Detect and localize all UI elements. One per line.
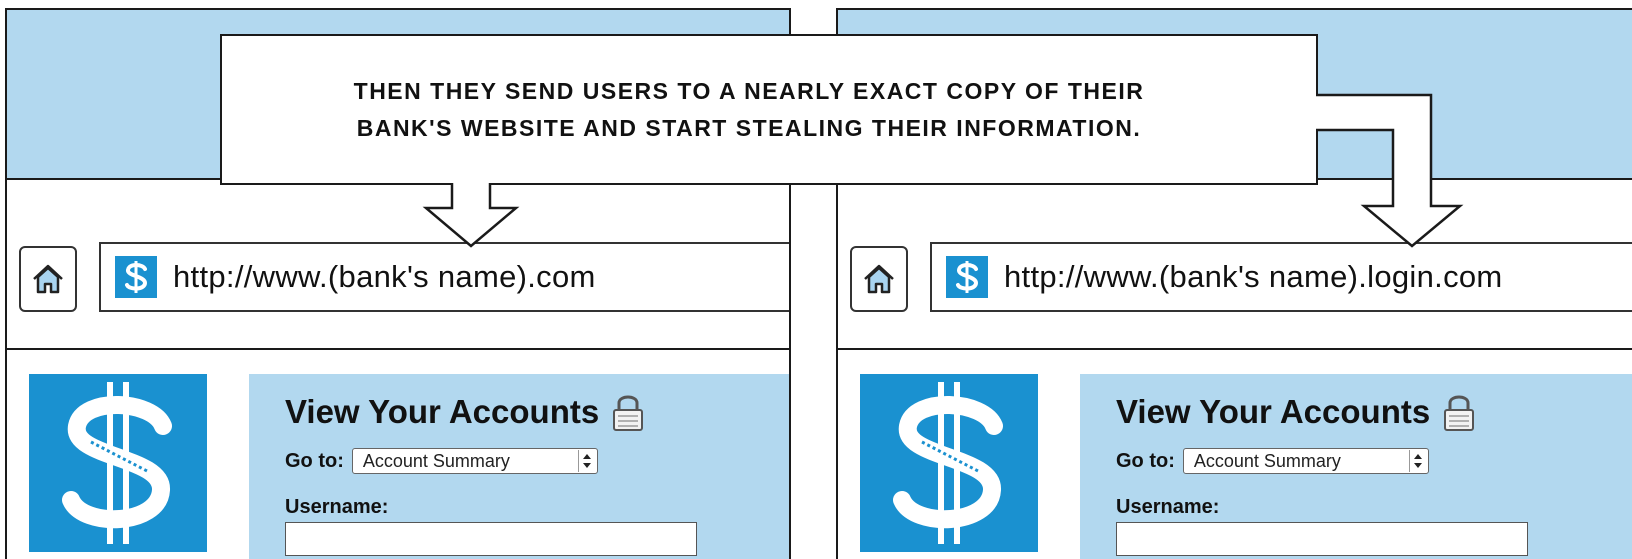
home-icon	[33, 264, 63, 294]
address-url: http://www.(bank's name).login.com	[1004, 259, 1503, 294]
goto-select-value: Account Summary	[362, 450, 510, 471]
address-bar[interactable]: http://www.(bank's name).com	[99, 242, 789, 312]
dollar-logo-icon	[62, 382, 172, 544]
goto-select[interactable]: Account Summary	[1182, 448, 1429, 474]
login-title: View Your Accounts	[285, 392, 645, 432]
goto-label: Go to:	[1116, 449, 1175, 472]
select-arrows-icon	[577, 450, 595, 472]
address-url: http://www.(bank's name).com	[173, 259, 596, 294]
bank-logo	[860, 374, 1038, 552]
bank-logo	[29, 374, 207, 552]
username-label: Username:	[285, 496, 389, 518]
bank-page: View Your Accounts Go to: Account Summar…	[7, 350, 789, 559]
goto-row: Go to: Account Summary	[285, 448, 598, 474]
home-icon	[864, 264, 894, 294]
login-panel: View Your Accounts Go to: Account Summar…	[249, 374, 789, 559]
login-title-text: View Your Accounts	[1116, 393, 1431, 430]
username-input[interactable]	[285, 522, 697, 556]
goto-label: Go to:	[285, 449, 344, 472]
goto-select[interactable]: Account Summary	[351, 448, 598, 474]
bank-page: View Your Accounts Go to: Account Summar…	[838, 350, 1632, 559]
narration-callout: THEN THEY SEND USERS TO A NEARLY EXACT C…	[220, 34, 1318, 185]
lock-icon	[1444, 395, 1475, 431]
goto-select-value: Account Summary	[1193, 450, 1341, 471]
dollar-favicon-icon	[115, 256, 157, 298]
callout-text: THEN THEY SEND USERS TO A NEARLY EXACT C…	[354, 73, 1145, 147]
callout-line-2: BANK'S WEBSITE AND START STEALING THEIR …	[356, 114, 1142, 141]
goto-row: Go to: Account Summary	[1116, 448, 1429, 474]
username-label: Username:	[1116, 496, 1220, 518]
home-button[interactable]	[850, 246, 908, 312]
browser-toolbar: http://www.(bank's name).login.com	[838, 180, 1632, 350]
login-title-text: View Your Accounts	[285, 393, 600, 430]
select-arrows-icon	[1408, 450, 1426, 472]
dollar-logo-icon	[893, 382, 1003, 544]
dollar-favicon-icon	[946, 256, 988, 298]
lock-icon	[613, 395, 644, 431]
address-bar[interactable]: http://www.(bank's name).login.com	[930, 242, 1632, 312]
login-panel: View Your Accounts Go to: Account Summar…	[1080, 374, 1632, 559]
browser-toolbar: http://www.(bank's name).com	[7, 180, 789, 350]
callout-line-1: THEN THEY SEND USERS TO A NEARLY EXACT C…	[353, 77, 1145, 104]
home-button[interactable]	[19, 246, 77, 312]
login-title: View Your Accounts	[1116, 392, 1476, 432]
username-input[interactable]	[1116, 522, 1528, 556]
